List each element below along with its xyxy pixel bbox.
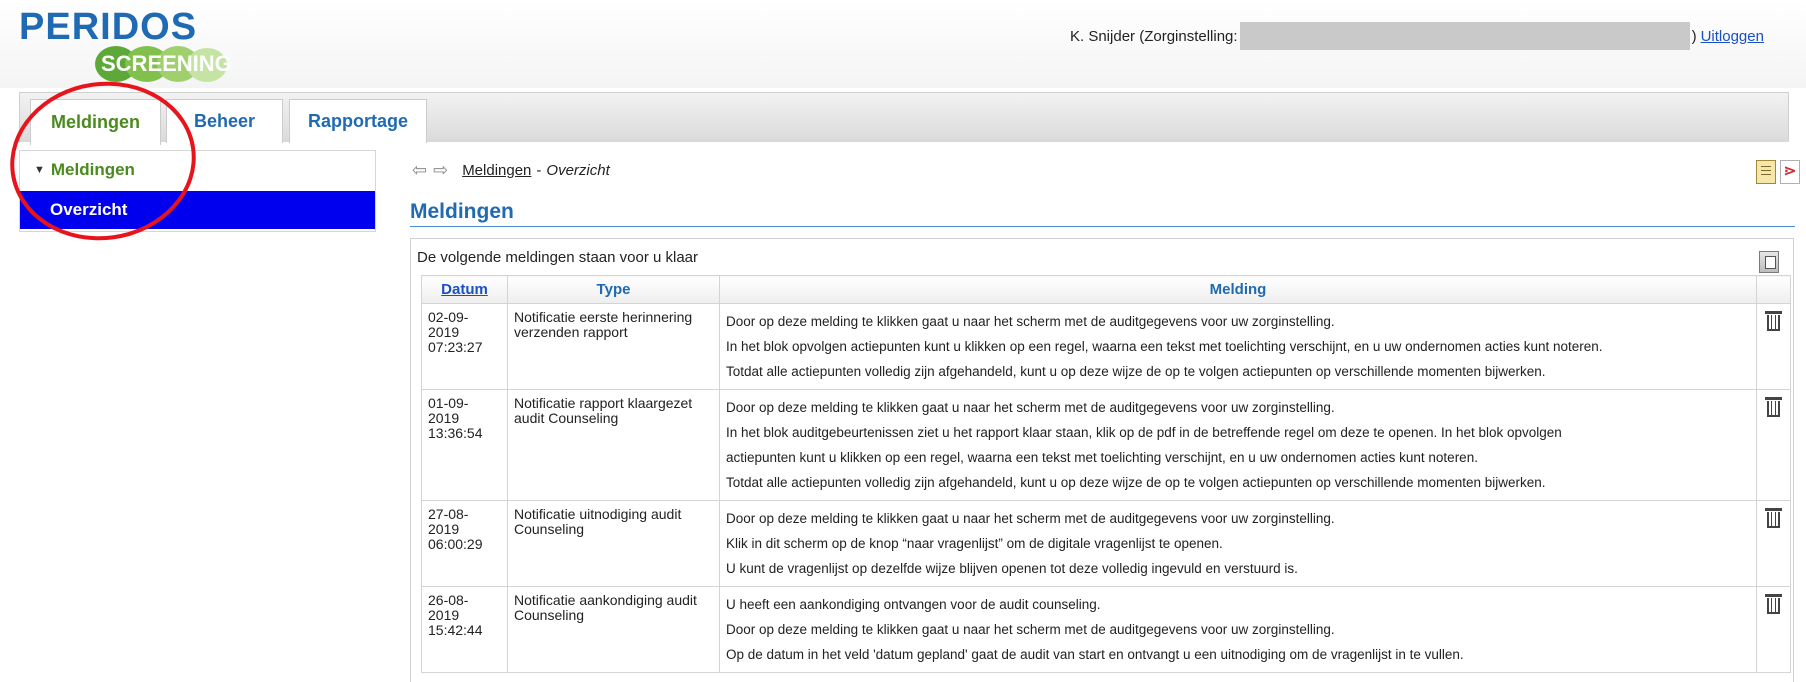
page-title: Meldingen [410, 200, 514, 223]
message-line: In het blok opvolgen actiepunten kunt u … [726, 339, 1603, 354]
logout-link[interactable]: Uitloggen [1701, 28, 1764, 45]
column-header-actions [1756, 275, 1791, 304]
arrow-right-icon[interactable]: ⇨ [433, 160, 448, 181]
logo: PERIDOS [19, 6, 198, 48]
table-row[interactable]: 01-09- 2019 13:36:54 Notificatie rapport… [421, 389, 1791, 501]
message-line: actiepunten kunt u klikken op een regel,… [726, 450, 1478, 465]
date-year: 2019 [428, 521, 460, 537]
date-time: 15:42:44 [428, 622, 483, 638]
message-line: Op de datum in het veld 'datum gepland' … [726, 647, 1464, 662]
message-line: In het blok auditgebeurtenissen ziet u h… [726, 425, 1562, 440]
message-line: Totdat alle actiepunten volledig zijn af… [726, 364, 1546, 379]
table-row[interactable]: 27-08- 2019 06:00:29 Notificatie uitnodi… [421, 500, 1791, 587]
date-day: 01-09- [428, 395, 469, 411]
date-day: 02-09- [428, 309, 469, 325]
date-year: 2019 [428, 607, 460, 623]
header: PERIDOS SCREENING K. Snijder (Zorginstel… [0, 0, 1806, 88]
row-actions [1756, 586, 1791, 673]
trash-icon[interactable] [1765, 507, 1782, 529]
logo-subtitle: SCREENING [95, 46, 232, 82]
date-day: 27-08- [428, 506, 469, 522]
message-line: Totdat alle actiepunten volledig zijn af… [726, 475, 1546, 490]
row-date: 01-09- 2019 13:36:54 [421, 389, 508, 501]
table-row[interactable]: 26-08- 2019 15:42:44 Notificatie aankond… [421, 586, 1791, 673]
breadcrumb: ⇦ ⇨ Meldingen - Overzicht [412, 160, 610, 181]
breadcrumb-current: Overzicht [546, 162, 610, 179]
main-tabs: Meldingen Beheer Rapportage [19, 92, 1789, 145]
user-name: K. Snijder (Zorginstelling: [1070, 27, 1238, 45]
message-line: Door op deze melding te klikken gaat u n… [726, 622, 1335, 637]
row-message[interactable]: U heeft een aankondiging ontvangen voor … [719, 586, 1757, 673]
message-line: Klik in dit scherm op de knop “naar vrag… [726, 536, 1223, 551]
date-year: 2019 [428, 410, 460, 426]
message-line: Door op deze melding te klikken gaat u n… [726, 400, 1335, 415]
tab-rapportage[interactable]: Rapportage [289, 99, 427, 143]
row-date: 02-09- 2019 07:23:27 [421, 303, 508, 390]
page-tools: ⋗ [1756, 160, 1800, 184]
copy-icon[interactable] [1759, 251, 1779, 273]
row-actions [1756, 389, 1791, 501]
trash-icon[interactable] [1765, 310, 1782, 332]
row-message[interactable]: Door op deze melding te klikken gaat u n… [719, 389, 1757, 501]
row-type: Notificatie uitnodiging audit Counseling [507, 500, 720, 587]
row-date: 26-08- 2019 15:42:44 [421, 586, 508, 673]
notifications-table: Datum Type Melding 02-09- 2019 07:23:27 … [421, 275, 1791, 673]
row-message[interactable]: Door op deze melding te klikken gaat u n… [719, 500, 1757, 587]
arrow-left-icon[interactable]: ⇦ [412, 160, 427, 181]
row-type: Notificatie aankondiging audit Counselin… [507, 586, 720, 673]
row-date: 27-08- 2019 06:00:29 [421, 500, 508, 587]
column-header-melding: Melding [719, 275, 1757, 304]
column-header-type: Type [507, 275, 720, 304]
title-divider [410, 226, 1795, 227]
row-message[interactable]: Door op deze melding te klikken gaat u n… [719, 303, 1757, 390]
date-time: 07:23:27 [428, 339, 483, 355]
trash-icon[interactable] [1765, 396, 1782, 418]
row-type: Notificatie eerste herinnering verzenden… [507, 303, 720, 390]
trash-icon[interactable] [1765, 593, 1782, 615]
logo-sub-label: SCREENING [101, 51, 232, 76]
pdf-icon[interactable]: ⋗ [1780, 160, 1800, 184]
message-line: U heeft een aankondiging ontvangen voor … [726, 597, 1101, 612]
notifications-panel: De volgende meldingen staan voor u klaar… [410, 238, 1794, 682]
column-header-datum[interactable]: Datum [421, 275, 508, 304]
breadcrumb-separator: - [536, 162, 542, 179]
message-line: Door op deze melding te klikken gaat u n… [726, 314, 1335, 329]
date-time: 06:00:29 [428, 536, 483, 552]
date-year: 2019 [428, 324, 460, 340]
document-icon[interactable] [1756, 160, 1776, 184]
date-time: 13:36:54 [428, 425, 483, 441]
redacted-institution [1239, 22, 1690, 50]
message-line: Door op deze melding te klikken gaat u n… [726, 511, 1335, 526]
table-row[interactable]: 02-09- 2019 07:23:27 Notificatie eerste … [421, 303, 1791, 390]
user-info: K. Snijder (Zorginstelling: ) Uitloggen [1070, 22, 1764, 50]
row-actions [1756, 500, 1791, 587]
user-suffix: ) [1691, 27, 1697, 45]
panel-intro: De volgende meldingen staan voor u klaar [417, 249, 699, 266]
date-day: 26-08- [428, 592, 469, 608]
row-type: Notificatie rapport klaargezet audit Cou… [507, 389, 720, 501]
message-line: U kunt de vragenlijst op dezelfde wijze … [726, 561, 1298, 576]
breadcrumb-link[interactable]: Meldingen [462, 162, 531, 179]
row-actions [1756, 303, 1791, 390]
